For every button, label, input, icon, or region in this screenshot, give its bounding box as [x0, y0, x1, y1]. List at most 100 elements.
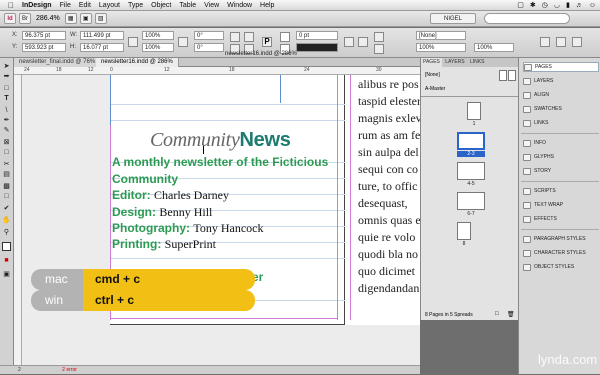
swatch-field[interactable]: [None]: [416, 31, 466, 40]
master-a[interactable]: A-Master: [425, 86, 445, 92]
design-line[interactable]: Design: Benny Hill: [112, 205, 212, 220]
zoom-level[interactable]: 286.4%: [36, 15, 60, 22]
rectangle-frame-tool-icon[interactable]: ⊠: [2, 138, 11, 147]
y-field[interactable]: 593.923 pt: [22, 43, 66, 52]
body-line[interactable]: rum as am fe: [358, 128, 420, 143]
x-field[interactable]: 96.375 pt: [22, 31, 66, 40]
master-thumb[interactable]: [508, 70, 516, 81]
panel-pages[interactable]: PAGES: [523, 62, 599, 72]
rotate-field[interactable]: 0°: [194, 31, 224, 40]
flip-horizontal-icon[interactable]: [244, 32, 254, 42]
fill-stroke-icon[interactable]: [2, 242, 11, 251]
panel-menu-icon[interactable]: [572, 37, 582, 47]
body-line[interactable]: sin aulpa del: [358, 145, 419, 160]
monitor-icon[interactable]: ▢: [517, 1, 524, 9]
type-tool-icon[interactable]: T: [2, 94, 11, 103]
bridge-icon[interactable]: Br: [19, 13, 31, 24]
delete-page-icon[interactable]: 🗑: [507, 311, 515, 318]
rectangle-tool-icon[interactable]: □: [2, 148, 11, 157]
align-center-icon[interactable]: [556, 37, 566, 47]
page-thumb-6-7[interactable]: [457, 192, 485, 210]
volume-icon[interactable]: ♬: [576, 2, 583, 9]
menu-window[interactable]: Window: [227, 2, 252, 9]
apply-none-icon[interactable]: ■: [2, 256, 11, 265]
panel-character-styles[interactable]: CHARACTER STYLES: [523, 248, 599, 258]
rotate-cw-icon[interactable]: [230, 32, 240, 42]
percent-field[interactable]: 100%: [416, 43, 466, 52]
zoom-tool-icon[interactable]: ⚲: [2, 228, 11, 237]
printing-line[interactable]: Printing: SuperPrint: [112, 237, 216, 252]
tab-newsletter-final[interactable]: newsletter_final.indd @ 76%: [14, 58, 102, 67]
photography-line[interactable]: Photography: Tony Hancock: [112, 221, 263, 236]
body-line[interactable]: quodi bla no: [358, 247, 418, 262]
panel-swatches[interactable]: SWATCHES: [523, 104, 599, 114]
horizontal-ruler[interactable]: 24 18 12 0 12 18 24 30: [14, 67, 420, 75]
body-line[interactable]: alibus re pos: [358, 77, 419, 92]
page-number-field[interactable]: 2: [18, 367, 21, 373]
panel-glyphs[interactable]: GLYPHS: [523, 152, 599, 162]
apple-icon[interactable]: : [0, 1, 22, 10]
drop-shadow-icon[interactable]: [344, 37, 354, 47]
tab-layers[interactable]: LAYERS: [443, 58, 466, 67]
panel-info[interactable]: INFO: [523, 138, 599, 148]
panel-layers[interactable]: LAYERS: [523, 76, 599, 86]
arrange-documents-icon[interactable]: ▧: [94, 13, 107, 24]
menu-object[interactable]: Object: [151, 2, 171, 9]
panel-paragraph-styles[interactable]: PARAGRAPH STYLES: [523, 234, 599, 244]
editor-line[interactable]: Editor: Charles Darney: [112, 188, 229, 203]
master-thumb[interactable]: [499, 70, 507, 81]
screen-mode-icon[interactable]: ▣: [79, 13, 92, 24]
clock-icon[interactable]: ◷: [542, 1, 548, 9]
menu-view[interactable]: View: [204, 2, 219, 9]
view-mode-icon[interactable]: ▣: [2, 270, 11, 279]
tagline-line-2[interactable]: Community: [112, 172, 178, 186]
tab-pages[interactable]: PAGES: [421, 58, 442, 67]
menu-layout[interactable]: Layout: [99, 2, 120, 9]
stroke-type-field[interactable]: [296, 43, 338, 52]
scale-y-field[interactable]: 100%: [142, 43, 174, 52]
tagline-line-1[interactable]: A monthly newsletter of the Ficticious: [112, 155, 328, 169]
line-tool-icon[interactable]: \: [2, 106, 11, 115]
tab-newsletter16[interactable]: newsletter16.indd @ 286%: [96, 58, 179, 67]
menu-help[interactable]: Help: [260, 2, 274, 9]
new-page-icon[interactable]: □: [495, 311, 499, 317]
panel-object-styles[interactable]: OBJECT STYLES: [523, 262, 599, 272]
vertical-ruler[interactable]: [14, 75, 22, 365]
page-thumb-4-5[interactable]: [457, 162, 485, 180]
user-icon[interactable]: ☺: [589, 2, 596, 9]
w-field[interactable]: 111.499 pt: [80, 31, 124, 40]
body-line[interactable]: quie re volo: [358, 230, 415, 245]
fitting-icon[interactable]: [374, 44, 384, 54]
view-options-icon[interactable]: ▦: [64, 13, 77, 24]
scale-x-field[interactable]: 100%: [142, 31, 174, 40]
body-line[interactable]: magnis exleve: [358, 111, 427, 126]
fill-swatch-icon[interactable]: [280, 32, 290, 42]
stroke-weight-field[interactable]: 0 pt: [296, 31, 338, 40]
shear-field[interactable]: 0°: [194, 43, 224, 52]
masthead[interactable]: CommunityNews: [150, 129, 291, 152]
opacity-field[interactable]: 100%: [474, 43, 514, 52]
page-tool-icon[interactable]: □: [2, 84, 11, 93]
battery-icon[interactable]: ▮: [566, 1, 570, 9]
body-line[interactable]: omnis quas e: [358, 213, 421, 228]
constrain-proportions-icon[interactable]: [128, 37, 138, 47]
body-line[interactable]: taspid elester: [358, 94, 421, 109]
constrain-scale-icon[interactable]: [178, 37, 188, 47]
tab-links[interactable]: LINKS: [468, 58, 486, 67]
page-thumb-8[interactable]: [457, 222, 471, 240]
panel-align[interactable]: ALIGN: [523, 90, 599, 100]
pencil-tool-icon[interactable]: ✎: [2, 126, 11, 135]
h-field[interactable]: 16.077 pt: [80, 43, 124, 52]
bluetooth-icon[interactable]: ✱: [530, 1, 536, 9]
menu-table[interactable]: Table: [179, 2, 196, 9]
menu-app[interactable]: InDesign: [22, 2, 52, 9]
scissors-tool-icon[interactable]: ✂: [2, 160, 11, 169]
page-thumb-1[interactable]: [467, 102, 481, 120]
note-tool-icon[interactable]: □: [2, 192, 11, 201]
workspace-switcher[interactable]: NIGEL: [430, 13, 476, 24]
free-transform-tool-icon[interactable]: ▤: [2, 170, 11, 179]
panel-effects[interactable]: EFFECTS: [523, 214, 599, 224]
preflight-error[interactable]: 2 error: [62, 367, 77, 373]
search-input[interactable]: [484, 13, 570, 24]
fx-icon[interactable]: [358, 37, 368, 47]
